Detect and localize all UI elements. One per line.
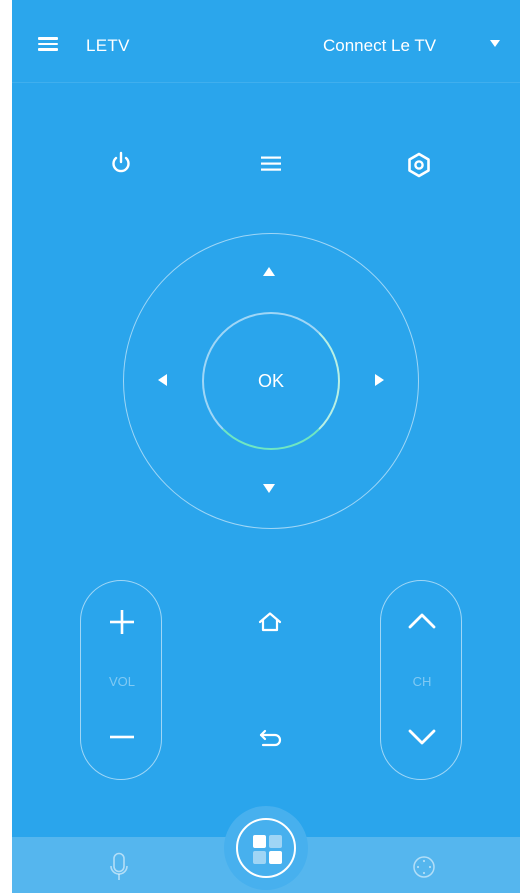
app-header: LETV Connect Le TV: [12, 0, 520, 83]
channel-control: CH: [380, 580, 462, 780]
settings-gear-icon[interactable]: [406, 152, 432, 178]
app-title: LETV: [86, 36, 130, 55]
hamburger-menu-icon[interactable]: [38, 37, 58, 51]
list-menu-icon[interactable]: [260, 155, 282, 173]
chevron-up-icon[interactable]: [407, 611, 437, 631]
arrow-left-icon[interactable]: [158, 374, 167, 386]
chevron-down-icon[interactable]: [407, 727, 437, 747]
minus-icon[interactable]: [109, 724, 135, 750]
arrow-up-icon[interactable]: [263, 267, 275, 276]
ok-button[interactable]: OK: [202, 312, 340, 450]
touchpad-icon[interactable]: [411, 854, 437, 880]
microphone-icon[interactable]: [109, 852, 129, 882]
home-icon[interactable]: [257, 611, 283, 633]
caret-down-icon[interactable]: [490, 40, 500, 47]
remote-screen: LETV Connect Le TV OK VOL CH: [12, 0, 520, 893]
apps-button-container: [224, 806, 308, 890]
power-icon[interactable]: [108, 150, 134, 176]
channel-label: CH: [412, 674, 432, 689]
plus-icon[interactable]: [109, 609, 135, 635]
ok-label: OK: [257, 370, 284, 391]
volume-label: VOL: [108, 674, 135, 689]
arrow-down-icon[interactable]: [263, 484, 275, 493]
apps-button[interactable]: [236, 818, 296, 878]
volume-control: VOL: [80, 580, 162, 780]
back-arrow-icon[interactable]: [257, 727, 283, 749]
arrow-right-icon[interactable]: [375, 374, 384, 386]
connect-tv-button[interactable]: Connect Le TV: [323, 36, 436, 56]
